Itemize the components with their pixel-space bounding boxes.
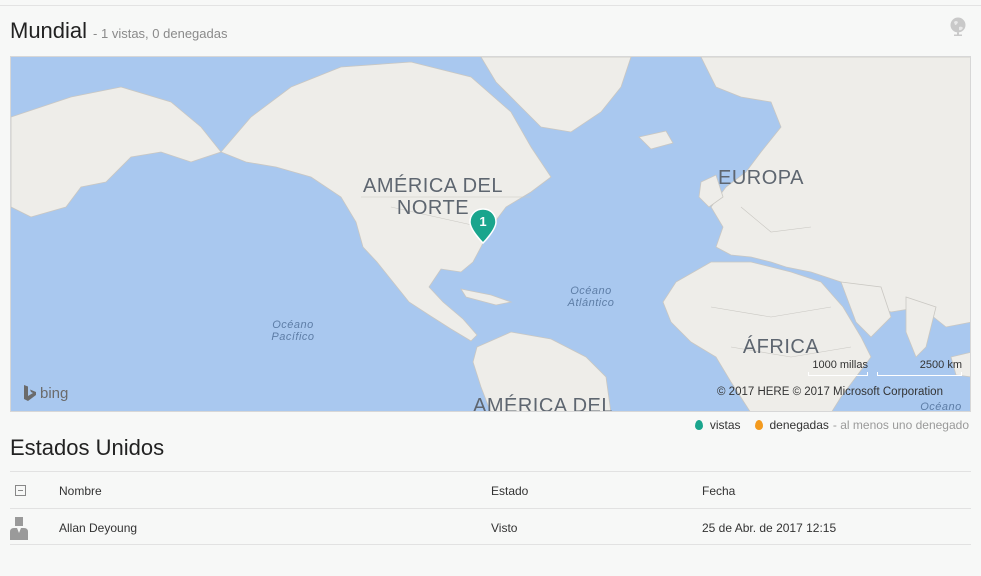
scale-miles-label: 1000 millas — [812, 359, 868, 371]
page-header: Mundial - 1 vistas, 0 denegadas — [10, 18, 227, 44]
label-africa: ÁFRICA — [742, 336, 820, 358]
bing-label: bing — [40, 384, 69, 402]
viewed-dot-icon — [694, 420, 703, 430]
column-header-state[interactable]: Estado — [491, 484, 528, 498]
label-pacific: Océano Pacífico — [271, 319, 315, 343]
page-subtitle: - 1 vistas, 0 denegadas — [93, 26, 228, 41]
legend-viewed: vistas — [709, 418, 741, 432]
user-avatar-icon — [10, 517, 28, 540]
row-date: 25 de Abr. de 2017 12:15 — [702, 521, 837, 535]
legend-denied: denegadas — [769, 418, 829, 432]
legend-note: - al menos uno denegado — [832, 418, 969, 432]
table-row[interactable]: Allan Deyoung Visto 25 de Abr. de 2017 1… — [10, 508, 971, 545]
scale-miles: 1000 millas — [808, 359, 868, 376]
scale-km-label: 2500 km — [919, 359, 962, 371]
table-header-row: Nombre Estado Fecha — [10, 471, 971, 508]
bing-icon — [24, 385, 36, 401]
collapse-icon[interactable] — [15, 485, 26, 496]
map-copyright: © 2017 HERE © 2017 Microsoft Corporation — [717, 386, 943, 398]
label-atlantic: Océano Atlántico — [567, 285, 615, 309]
row-state: Visto — [491, 521, 518, 535]
top-divider — [0, 5, 981, 6]
column-header-date[interactable]: Fecha — [702, 484, 735, 498]
label-south-america: AMÉRICA DEL — [473, 395, 613, 412]
scale-km: 2500 km — [877, 359, 962, 376]
bing-logo: bing — [23, 384, 68, 402]
world-map[interactable]: AMÉRICA DEL NORTE EUROPA ÁFRICA AMÉRICA … — [10, 56, 971, 412]
row-name: Allan Deyoung — [59, 521, 138, 535]
map-pin-count: 1 — [479, 214, 487, 229]
denied-dot-icon — [754, 420, 763, 430]
label-europe: EUROPA — [718, 167, 804, 189]
page-title: Mundial — [10, 18, 88, 43]
globe-icon[interactable] — [948, 16, 968, 36]
map-legend: vistas denegadas - al menos uno denegado — [694, 418, 969, 432]
access-table: Nombre Estado Fecha Allan Deyoung Visto … — [10, 471, 971, 545]
section-title: Estados Unidos — [10, 435, 165, 460]
column-header-name[interactable]: Nombre — [59, 484, 102, 498]
label-ocean-bottom: Océano — [920, 401, 962, 412]
